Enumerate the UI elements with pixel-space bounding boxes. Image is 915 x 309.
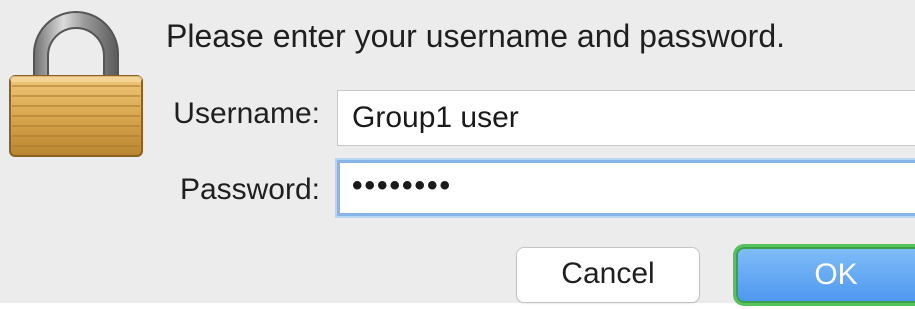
password-label: Password:: [179, 173, 320, 206]
username-field[interactable]: Group1 user: [337, 90, 915, 146]
ok-button[interactable]: OK: [736, 247, 915, 303]
password-masked-value: ••••••••: [352, 169, 453, 202]
username-label: Username:: [173, 97, 320, 130]
cancel-button[interactable]: Cancel: [516, 247, 700, 303]
padlock-icon: [6, 6, 146, 164]
username-value: Group1 user: [352, 101, 519, 134]
login-dialog: Please enter your username and password.…: [0, 0, 915, 303]
dialog-prompt: Please enter your username and password.: [166, 18, 786, 54]
password-field[interactable]: ••••••••: [337, 160, 915, 216]
